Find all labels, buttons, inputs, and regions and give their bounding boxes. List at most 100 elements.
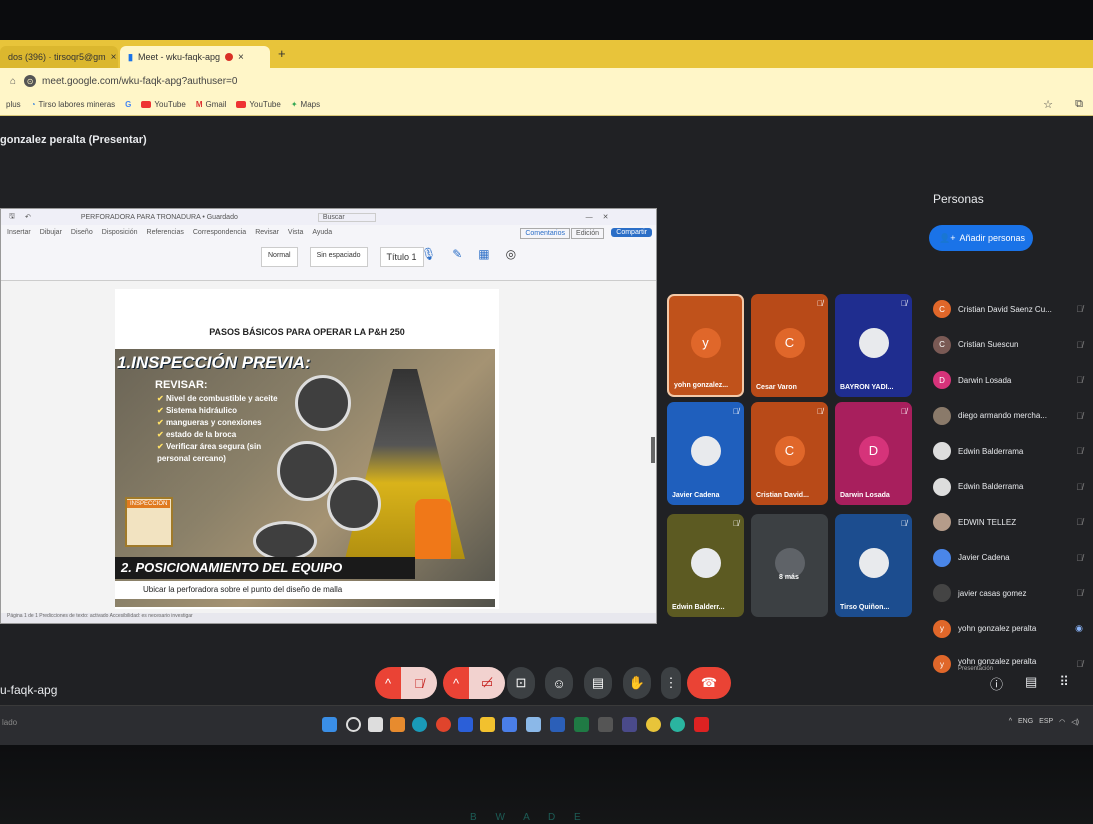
muted-mic-icon[interactable]: 🎙̸ — [1076, 659, 1083, 669]
start-icon[interactable] — [322, 717, 337, 732]
site-info-icon[interactable]: ⊙ — [24, 75, 37, 87]
camera-options-button[interactable]: ^ — [443, 667, 469, 699]
tab-meet[interactable]: ▮ Meet - wku-faqk-apg × — [120, 46, 270, 68]
muted-mic-icon[interactable]: 🎙̸ — [1076, 446, 1083, 456]
bookmark-gmail[interactable]: M Gmail — [196, 100, 227, 109]
raise-hand-button[interactable]: ✋ — [623, 667, 651, 699]
muted-mic-icon[interactable]: 🎙̸ — [1076, 375, 1083, 385]
present-button[interactable]: ⊡ — [507, 667, 535, 699]
people-list-item[interactable]: C Cristian Suescun 🎙̸ — [933, 333, 1091, 357]
ribbon-tab[interactable]: Disposición — [102, 229, 138, 236]
ribbon-tab[interactable]: Correspondencia — [193, 229, 246, 236]
people-list-item[interactable]: C Cristian David Saenz Cu... 🎙̸ — [933, 297, 1091, 321]
chrome-icon[interactable] — [646, 717, 661, 732]
excel-icon[interactable] — [574, 717, 589, 732]
tab-gmail[interactable]: dos (396) · tirsoqr5@gm × — [0, 46, 118, 68]
bookmark-plus[interactable]: plus — [6, 100, 21, 109]
muted-mic-icon[interactable]: 🎙̸ — [1076, 553, 1083, 563]
search-icon[interactable] — [346, 717, 361, 732]
info-icon[interactable]: ⓘ — [990, 674, 1003, 693]
participant-tile[interactable]: 8 más — [751, 514, 828, 617]
ribbon-tab[interactable]: Ayuda — [312, 229, 332, 236]
window-close-icon[interactable]: ✕ — [603, 213, 609, 221]
people-list-item[interactable]: diego armando mercha... 🎙̸ — [933, 404, 1091, 428]
muted-mic-icon[interactable]: 🎙̸ — [1076, 411, 1083, 421]
camera-off-button[interactable]: ▭̸ — [469, 667, 505, 699]
ribbon-tab[interactable]: Revisar — [255, 229, 279, 236]
save-icon[interactable]: 🖫 — [9, 212, 15, 223]
people-list-item[interactable]: EDWIN TELLEZ 🎙̸ — [933, 510, 1091, 534]
bookmark-youtube[interactable]: YouTube — [141, 100, 186, 109]
add-people-button[interactable]: 👤+ Añadir personas — [929, 225, 1033, 251]
style-no-spacing[interactable]: Sin espaciado — [309, 247, 368, 267]
word-icon[interactable] — [550, 717, 565, 732]
pdf-icon[interactable] — [694, 717, 709, 732]
people-list-item[interactable]: D Darwin Losada 🎙̸ — [933, 368, 1091, 392]
participant-tile[interactable]: 🎙̸ Edwin Balderr... — [667, 514, 744, 617]
tray-lang[interactable]: ENG — [1018, 718, 1033, 726]
tray-lang-2[interactable]: ESP — [1039, 718, 1053, 726]
muted-mic-icon[interactable]: 🎙̸ — [1076, 482, 1083, 492]
undo-icon[interactable]: ↶ — [25, 213, 31, 221]
editor-icon[interactable]: ✎ — [452, 247, 462, 261]
ribbon-tab[interactable]: Vista — [288, 229, 303, 236]
close-icon[interactable]: × — [111, 52, 117, 63]
participant-tile[interactable]: C 🎙̸ Cesar Varon — [751, 294, 828, 397]
volume-icon[interactable]: ◁) — [1071, 718, 1079, 726]
participant-tile[interactable]: 🎙̸ BAYRON YADI... — [835, 294, 912, 397]
photos-icon[interactable] — [526, 717, 541, 732]
chat-icon[interactable]: ▤ — [1025, 674, 1037, 693]
muted-mic-icon[interactable]: 🎙̸ — [1076, 588, 1083, 598]
extensions-icon[interactable]: ⧉ — [1075, 98, 1083, 111]
tray-arrow-icon[interactable]: ^ — [1009, 718, 1012, 726]
muted-mic-icon[interactable]: 🎙̸ — [1076, 340, 1083, 350]
new-tab-button[interactable]: + — [278, 46, 286, 61]
home-icon[interactable]: ⌂ — [10, 76, 16, 87]
people-list-item[interactable]: y yohn gonzalez peralta Presentación 🎙̸ — [933, 652, 1091, 676]
store-icon[interactable] — [502, 717, 517, 732]
url-field[interactable]: ⊙ meet.google.com/wku-faqk-apg?authuser=… — [24, 75, 237, 87]
scrollbar[interactable] — [651, 437, 655, 463]
style-normal[interactable]: Normal — [261, 247, 298, 267]
mic-options-button[interactable]: ^ — [375, 667, 401, 699]
settings-icon[interactable] — [598, 717, 613, 732]
ribbon-tab[interactable]: Diseño — [71, 229, 93, 236]
share-button[interactable]: Compartir — [611, 228, 652, 237]
k-app-icon[interactable] — [458, 717, 473, 732]
ribbon-tab[interactable]: Insertar — [7, 229, 31, 236]
file-explorer-icon[interactable] — [480, 717, 495, 732]
people-list-item[interactable]: y yohn gonzalez peralta ◉ — [933, 617, 1091, 641]
mic-off-button[interactable]: 🎙̸ — [401, 667, 437, 699]
people-list-item[interactable]: Javier Cadena 🎙̸ — [933, 546, 1091, 570]
ribbon-tab[interactable]: Referencias — [147, 229, 184, 236]
bookmark-star-icon[interactable]: ☆ — [1043, 98, 1053, 111]
muted-mic-icon[interactable]: 🎙̸ — [1076, 304, 1083, 314]
leave-call-button[interactable]: ☎ — [687, 667, 731, 699]
minimize-icon[interactable]: — — [586, 214, 593, 221]
reactions-button[interactable]: ☺ — [545, 667, 573, 699]
participant-tile[interactable]: 🎙̸ Tirso Quiñon... — [835, 514, 912, 617]
dictate-icon[interactable]: 🎙 — [421, 247, 436, 261]
edge-icon[interactable] — [412, 717, 427, 732]
ribbon-tab[interactable]: Dibujar — [40, 229, 62, 236]
widgets-icon[interactable] — [390, 717, 405, 732]
wifi-icon[interactable]: ◠ — [1059, 718, 1065, 726]
bookmark-tirso[interactable]: ◔ Tirso labores mineras — [31, 100, 115, 109]
participant-tile[interactable]: 🎙̸ Javier Cadena — [667, 402, 744, 505]
app2-icon[interactable] — [622, 717, 637, 732]
address-bar[interactable]: ⌂ ⊙ meet.google.com/wku-faqk-apg?authuse… — [0, 68, 1093, 94]
muted-mic-icon[interactable]: 🎙̸ — [1076, 517, 1083, 527]
people-list-item[interactable]: Edwin Balderrama 🎙̸ — [933, 439, 1091, 463]
app-icon[interactable] — [436, 717, 451, 732]
bookmark-google[interactable]: G — [125, 100, 131, 109]
comments-button[interactable]: Comentarios — [520, 228, 570, 239]
addins-icon[interactable]: ▦ — [478, 247, 489, 261]
participant-tile[interactable]: C 🎙̸ Cristian David... — [751, 402, 828, 505]
speaking-icon[interactable]: ◉ — [1075, 623, 1083, 634]
word-search[interactable]: Buscar — [317, 212, 376, 222]
apps-grid-icon[interactable]: ⠿ — [1059, 674, 1069, 693]
captions-button[interactable]: ▤ — [584, 667, 612, 699]
bookmark-youtube-2[interactable]: YouTube — [236, 100, 281, 109]
editing-button[interactable]: Edición — [571, 228, 604, 239]
chatgpt-icon[interactable]: ◎ — [506, 247, 516, 261]
